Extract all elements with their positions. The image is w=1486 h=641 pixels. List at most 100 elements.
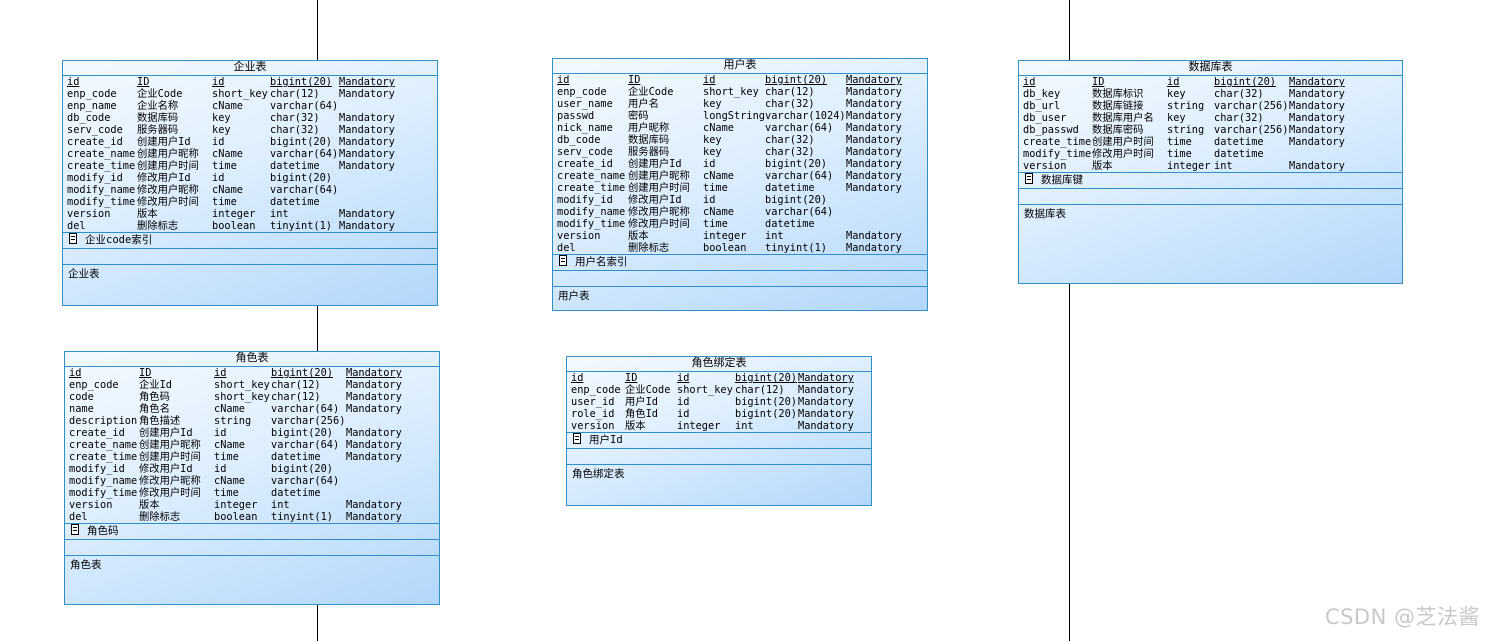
- attribute-domain: key: [703, 134, 722, 146]
- attribute-row: nick_name 用户昵称 cName varchar(64) Mandatory: [553, 122, 927, 134]
- entity-role-binding-table[interactable]: 角色绑定表 id ID id bigint(20) Mandatory enp_code 企业…: [566, 356, 872, 506]
- attribute-domain: integer: [703, 230, 747, 242]
- attribute-mandatory: Mandatory: [846, 74, 902, 86]
- attribute-row: del 删除标志 boolean tinyint(1) Mandatory: [553, 242, 927, 254]
- attribute-display-name: ID: [139, 367, 152, 379]
- attribute-data-type: bigint(20): [271, 367, 333, 379]
- attribute-display-name: 数据库码: [628, 134, 670, 146]
- entity-enterprise-table[interactable]: 企业表 id ID id bigint(20) Mandatory enp_code 企业Co…: [62, 60, 438, 306]
- attribute-data-type: varchar(64): [271, 475, 340, 487]
- attribute-mandatory: Mandatory: [798, 420, 854, 432]
- attribute-domain: id: [703, 74, 716, 86]
- attribute-column-name: modify_name: [69, 475, 138, 487]
- attribute-list: id ID id bigint(20) Mandatory enp_code 企业Id sho…: [65, 367, 439, 524]
- attribute-row: modify_id 修改用户Id id bigint(20): [553, 194, 927, 206]
- attribute-domain: integer: [1167, 160, 1211, 172]
- attribute-domain: key: [212, 124, 231, 136]
- attribute-row: name 角色名 cName varchar(64) Mandatory: [65, 403, 439, 415]
- attribute-domain: short_key: [703, 86, 759, 98]
- attribute-display-name: 数据库码: [137, 112, 179, 124]
- attribute-display-name: 数据库用户名: [1092, 112, 1154, 124]
- attribute-column-name: create_name: [67, 148, 136, 160]
- attribute-domain: time: [212, 160, 237, 172]
- attribute-domain: short_key: [212, 88, 268, 100]
- entity-comment: 企业表: [68, 268, 100, 280]
- attribute-mandatory: Mandatory: [1289, 100, 1345, 112]
- index-icon: [71, 524, 79, 535]
- attribute-data-type: varchar(64): [271, 403, 340, 415]
- index-row: 企业code索引: [63, 233, 437, 249]
- attribute-display-name: 角色描述: [139, 415, 181, 427]
- attribute-row: modify_time 修改用户时间 time datetime: [1019, 148, 1402, 160]
- attribute-mandatory: Mandatory: [346, 391, 402, 403]
- attribute-mandatory: Mandatory: [346, 379, 402, 391]
- attribute-mandatory: Mandatory: [846, 242, 902, 254]
- attribute-mandatory: Mandatory: [846, 122, 902, 134]
- attribute-display-name: 版本: [628, 230, 649, 242]
- attribute-data-type: datetime: [1214, 136, 1264, 148]
- entity-title: 数据库表: [1019, 61, 1402, 76]
- attribute-column-name: db_code: [67, 112, 111, 124]
- attribute-column-name: enp_code: [571, 384, 621, 396]
- attribute-display-name: ID: [625, 372, 638, 384]
- entity-role-table[interactable]: 角色表 id ID id bigint(20) Mandatory enp_code 企业Id…: [64, 351, 440, 605]
- attribute-mandatory: Mandatory: [1289, 124, 1345, 136]
- attribute-column-name: version: [557, 230, 601, 242]
- entity-title: 用户表: [553, 59, 927, 74]
- attribute-mandatory: Mandatory: [1289, 160, 1345, 172]
- entity-comment: 角色绑定表: [572, 468, 625, 480]
- attribute-row: del 删除标志 boolean tinyint(1) Mandatory: [63, 220, 437, 232]
- attribute-column-name: id: [67, 76, 80, 88]
- attribute-mandatory: Mandatory: [846, 134, 902, 146]
- index-row: 用户Id: [567, 433, 871, 449]
- attribute-data-type: varchar(64): [270, 184, 339, 196]
- entity-title: 角色表: [65, 352, 439, 367]
- attribute-column-name: db_code: [557, 134, 601, 146]
- attribute-mandatory: Mandatory: [846, 158, 902, 170]
- attribute-domain: time: [214, 487, 239, 499]
- attribute-row: modify_name 修改用户昵称 cName varchar(64): [63, 184, 437, 196]
- attribute-row: db_code 数据库码 key char(32) Mandatory: [553, 134, 927, 146]
- attribute-data-type: char(12): [270, 88, 320, 100]
- attribute-data-type: varchar(64): [765, 206, 834, 218]
- attribute-domain: boolean: [703, 242, 747, 254]
- attribute-column-name: version: [571, 420, 615, 432]
- attribute-column-name: enp_code: [67, 88, 117, 100]
- attribute-row: enp_code 企业Code short_key char(12) Mandatory: [63, 88, 437, 100]
- index-label: 角色码: [87, 525, 119, 537]
- attribute-display-name: 修改用户时间: [139, 487, 201, 499]
- entity-database-table[interactable]: 数据库表 id ID id bigint(20) Mandatory db_key 数据库标识…: [1018, 60, 1403, 284]
- attribute-data-type: int: [1214, 160, 1233, 172]
- attribute-display-name: ID: [1092, 76, 1105, 88]
- attribute-column-name: db_passwd: [1023, 124, 1079, 136]
- attribute-display-name: 用户Id: [625, 396, 658, 408]
- attribute-data-type: datetime: [765, 218, 815, 230]
- attribute-row: db_passwd 数据库密码 string varchar(256) Mandator…: [1019, 124, 1402, 136]
- attribute-row: create_id 创建用户Id id bigint(20) Mandatory: [63, 136, 437, 148]
- attribute-display-name: 修改用户时间: [137, 196, 199, 208]
- attribute-data-type: varchar(64): [270, 148, 339, 160]
- attribute-row: create_name 创建用户昵称 cName varchar(64) Mandato…: [63, 148, 437, 160]
- attribute-mandatory: Mandatory: [339, 76, 395, 88]
- attribute-mandatory: Mandatory: [798, 396, 854, 408]
- connector-line-left-bottom: [317, 604, 318, 641]
- entity-user-table[interactable]: 用户表 id ID id bigint(20) Mandatory enp_code 企业Co…: [552, 58, 928, 311]
- attribute-display-name: 创建用户Id: [139, 427, 193, 439]
- attribute-mandatory: Mandatory: [339, 208, 395, 220]
- attribute-data-type: char(32): [765, 134, 815, 146]
- attribute-data-type: varchar(64): [270, 100, 339, 112]
- attribute-data-type: bigint(20): [270, 136, 332, 148]
- attribute-mandatory: Mandatory: [1289, 112, 1345, 124]
- empty-section: [1019, 189, 1402, 205]
- attribute-display-name: 服务器码: [137, 124, 179, 136]
- attribute-column-name: modify_id: [67, 172, 123, 184]
- attribute-row: modify_id 修改用户Id id bigint(20): [63, 172, 437, 184]
- attribute-data-type: datetime: [271, 487, 321, 499]
- index-label: 用户名索引: [575, 256, 628, 268]
- attribute-data-type: datetime: [765, 182, 815, 194]
- attribute-display-name: 用户昵称: [628, 122, 670, 134]
- attribute-column-name: nick_name: [557, 122, 613, 134]
- attribute-data-type: bigint(20): [271, 427, 333, 439]
- attribute-column-name: db_user: [1023, 112, 1067, 124]
- attribute-data-type: char(32): [270, 112, 320, 124]
